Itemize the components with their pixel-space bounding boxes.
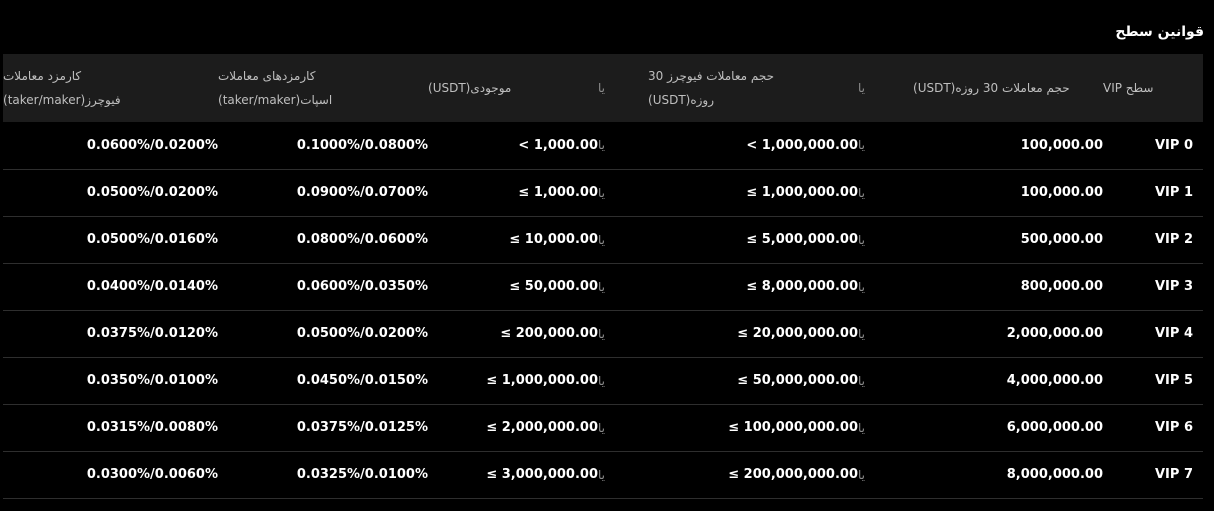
cell-30d-volume: 100,000.00 bbox=[1020, 137, 1103, 153]
cell-or-2: یا bbox=[598, 185, 605, 200]
table-row: VIP 3 800,000.00 یا ≤ 8,000,000.00 یا ≤ 50,00… bbox=[3, 263, 1203, 310]
cell-futures-volume: ≤ 50,000,000.00 bbox=[737, 373, 858, 388]
cell-futures-fees: 0.0350%/0.0100% bbox=[86, 373, 218, 388]
header-vip-level: سطح VIP bbox=[1103, 81, 1154, 95]
cell-vip-level: VIP 3 bbox=[1155, 279, 1193, 294]
cell-or-1: یا bbox=[858, 467, 865, 482]
cell-or-1: یا bbox=[858, 373, 865, 388]
table-header-row: سطح VIP حجم معاملات 30 روزه(USDT) یا حجم… bbox=[3, 54, 1203, 122]
cell-vip-level: VIP 6 bbox=[1155, 420, 1193, 435]
cell-balance: ≤ 50,000.00 bbox=[509, 279, 598, 294]
cell-vip-level: VIP 5 bbox=[1155, 373, 1193, 388]
cell-30d-volume: 6,000,000.00 bbox=[1006, 420, 1103, 435]
cell-futures-fees: 0.0375%/0.0120% bbox=[86, 326, 218, 341]
cell-spot-fees: 0.0325%/0.0100% bbox=[296, 467, 428, 482]
cell-vip-level: VIP 2 bbox=[1155, 232, 1193, 247]
cell-or-1: یا bbox=[858, 232, 865, 247]
header-30d-volume: حجم معاملات 30 روزه(USDT) bbox=[913, 81, 1070, 95]
table-row: VIP 4 2,000,000.00 یا ≤ 20,000,000.00 یا ≤ 20… bbox=[3, 310, 1203, 357]
table-row: VIP 0 100,000.00 یا < 1,000,000.00 یا < 1,000… bbox=[3, 122, 1203, 169]
cell-balance: ≤ 1,000,000.00 bbox=[486, 373, 598, 388]
table-body: VIP 0 100,000.00 یا < 1,000,000.00 یا < 1,000… bbox=[3, 122, 1203, 498]
cell-futures-fees: 0.0500%/0.0160% bbox=[86, 232, 218, 247]
cell-futures-volume: ≤ 1,000,000.00 bbox=[746, 185, 858, 200]
table-row: VIP 1 100,000.00 یا ≤ 1,000,000.00 یا ≤ 1,000… bbox=[3, 169, 1203, 216]
cell-futures-volume: ≤ 8,000,000.00 bbox=[746, 279, 858, 294]
cell-futures-volume: ≤ 5,000,000.00 bbox=[746, 232, 858, 247]
header-balance: موجودی(USDT) bbox=[428, 81, 512, 95]
cell-30d-volume: 500,000.00 bbox=[1020, 232, 1103, 247]
cell-balance: ≤ 200,000.00 bbox=[500, 326, 598, 341]
cell-30d-volume: 800,000.00 bbox=[1020, 279, 1103, 294]
cell-vip-level: VIP 0 bbox=[1155, 137, 1193, 153]
cell-futures-fees: 0.0300%/0.0060% bbox=[86, 467, 218, 482]
cell-or-2: یا bbox=[598, 467, 605, 482]
header-futures-volume: حجم معاملات فیوچرز 30 روزه(USDT) bbox=[648, 69, 775, 107]
cell-or-1: یا bbox=[858, 420, 865, 435]
cell-spot-fees: 0.0375%/0.0125% bbox=[296, 420, 428, 435]
page-title: قوانین سطح bbox=[1115, 24, 1204, 40]
cell-or-2: یا bbox=[598, 326, 605, 341]
cell-30d-volume: 2,000,000.00 bbox=[1006, 326, 1103, 341]
cell-30d-volume: 100,000.00 bbox=[1020, 185, 1103, 200]
cell-spot-fees: 0.0900%/0.0700% bbox=[296, 185, 428, 200]
header-or-1: یا bbox=[858, 81, 865, 95]
cell-balance: ≤ 10,000.00 bbox=[509, 232, 598, 247]
header-spot-fees: کارمزدهای معاملات اسپات(taker/maker) bbox=[218, 69, 333, 107]
table-row: VIP 6 6,000,000.00 یا ≤ 100,000,000.00 یا ≤ 2… bbox=[3, 404, 1203, 451]
cell-or-1: یا bbox=[858, 138, 865, 153]
cell-or-2: یا bbox=[598, 138, 605, 153]
cell-balance: ≤ 3,000,000.00 bbox=[486, 467, 598, 482]
cell-or-1: یا bbox=[858, 185, 865, 200]
cell-or-2: یا bbox=[598, 232, 605, 247]
cell-vip-level: VIP 4 bbox=[1155, 326, 1193, 341]
cell-or-1: یا bbox=[858, 279, 865, 294]
table-row: VIP 2 500,000.00 یا ≤ 5,000,000.00 یا ≤ 10,00… bbox=[3, 216, 1203, 263]
cell-or-2: یا bbox=[598, 279, 605, 294]
cell-30d-volume: 4,000,000.00 bbox=[1006, 373, 1103, 388]
cell-futures-fees: 0.0500%/0.0200% bbox=[86, 185, 218, 200]
cell-futures-volume: ≤ 20,000,000.00 bbox=[737, 326, 858, 341]
table-row: VIP 7 8,000,000.00 یا ≤ 200,000,000.00 یا ≤ 3… bbox=[3, 451, 1203, 498]
vip-level-table: سطح VIP حجم معاملات 30 روزه(USDT) یا حجم… bbox=[3, 54, 1203, 499]
cell-spot-fees: 0.0500%/0.0200% bbox=[296, 326, 428, 341]
cell-futures-volume: < 1,000,000.00 bbox=[746, 137, 858, 153]
cell-spot-fees: 0.0800%/0.0600% bbox=[296, 232, 428, 247]
cell-futures-fees: 0.0400%/0.0140% bbox=[86, 279, 218, 294]
cell-or-1: یا bbox=[858, 326, 865, 341]
cell-vip-level: VIP 1 bbox=[1155, 185, 1193, 200]
cell-futures-fees: 0.0600%/0.0200% bbox=[86, 137, 218, 153]
cell-balance: ≤ 2,000,000.00 bbox=[486, 420, 598, 435]
cell-futures-volume: ≤ 200,000,000.00 bbox=[728, 467, 858, 482]
header-futures-fees: کارمزد معاملات فیوچرز(taker/maker) bbox=[3, 69, 121, 107]
cell-spot-fees: 0.0450%/0.0150% bbox=[296, 373, 428, 388]
cell-or-2: یا bbox=[598, 373, 605, 388]
header-or-2: یا bbox=[598, 81, 605, 95]
cell-futures-fees: 0.0315%/0.0080% bbox=[86, 420, 218, 435]
table-row: VIP 5 4,000,000.00 یا ≤ 50,000,000.00 یا ≤ 1,… bbox=[3, 357, 1203, 404]
cell-balance: < 1,000.00 bbox=[518, 137, 598, 153]
cell-spot-fees: 0.0600%/0.0350% bbox=[296, 279, 428, 294]
cell-30d-volume: 8,000,000.00 bbox=[1006, 467, 1103, 482]
cell-vip-level: VIP 7 bbox=[1155, 467, 1193, 482]
cell-spot-fees: 0.1000%/0.0800% bbox=[296, 137, 428, 153]
cell-balance: ≤ 1,000.00 bbox=[518, 185, 598, 200]
cell-futures-volume: ≤ 100,000,000.00 bbox=[728, 420, 858, 435]
cell-or-2: یا bbox=[598, 420, 605, 435]
